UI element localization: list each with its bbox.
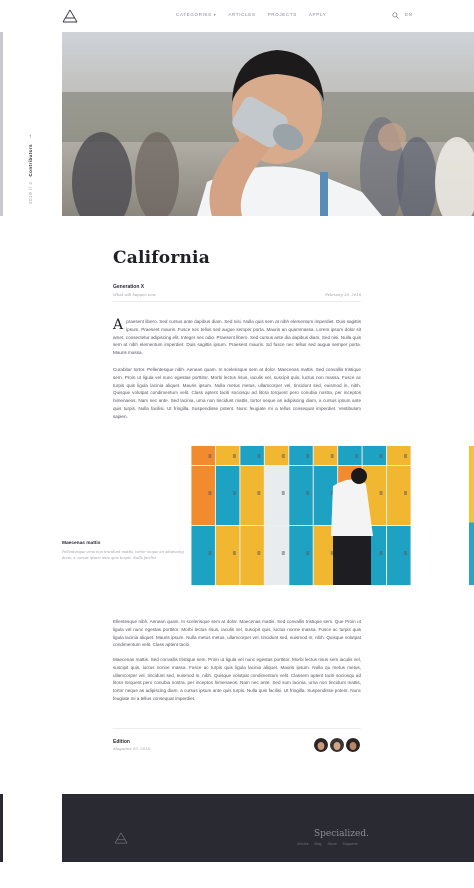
lockers-photo bbox=[191, 446, 411, 585]
language-switch[interactable]: EN bbox=[405, 12, 412, 17]
locker-door bbox=[240, 466, 264, 525]
locker-door bbox=[215, 466, 240, 525]
locker-handle bbox=[281, 454, 285, 458]
edition-label: Edition bbox=[113, 739, 130, 745]
locker-door bbox=[264, 526, 289, 585]
footer-title: Specialized. bbox=[314, 829, 369, 839]
nav-item-projects[interactable]: PROJECTS bbox=[268, 12, 297, 17]
locker-door bbox=[215, 526, 240, 585]
site-footer: Specialized. Articles Blog About Magazin… bbox=[62, 794, 474, 862]
contributor-avatars bbox=[314, 738, 360, 752]
chevron-down-icon: ▾ bbox=[213, 12, 217, 17]
locker-door bbox=[264, 466, 289, 525]
locker-door bbox=[387, 526, 411, 585]
locker-handle bbox=[232, 454, 236, 458]
article-paragraph-2: Curabitur tortor. Pellentesque nibh. Aen… bbox=[113, 367, 361, 419]
locker-handle bbox=[281, 491, 285, 495]
article-meta-label: Generation X bbox=[113, 284, 145, 290]
locker-handle bbox=[379, 551, 383, 555]
divider bbox=[113, 301, 361, 302]
footer-links: Articles Blog About Magazine bbox=[297, 842, 358, 846]
locker-handle bbox=[232, 551, 236, 555]
locker-door bbox=[387, 466, 411, 525]
locker-door bbox=[191, 526, 215, 585]
footer-link-articles[interactable]: Articles bbox=[297, 842, 308, 846]
locker-door bbox=[240, 526, 264, 585]
nav-item-apply[interactable]: APPLY bbox=[309, 12, 326, 17]
locker-door bbox=[289, 526, 313, 585]
divider bbox=[113, 728, 361, 729]
locker-handle bbox=[257, 551, 261, 555]
locker-handle bbox=[404, 454, 407, 458]
footer-link-blog[interactable]: Blog bbox=[314, 842, 321, 846]
locker-handle bbox=[306, 454, 310, 458]
edge-strip bbox=[0, 32, 3, 216]
nav-item-categories[interactable]: CATEGORIES ▾ bbox=[176, 12, 216, 17]
site-header: CATEGORIES ▾ ARTICLES PROJECTS APPLY EN bbox=[0, 0, 474, 32]
article-title: California bbox=[113, 248, 210, 268]
image-caption-text: Pellentesque urna non tincidunt mattis, … bbox=[62, 550, 184, 560]
locker-handle bbox=[379, 491, 383, 495]
locker-handle bbox=[208, 551, 212, 555]
main-nav: CATEGORIES ▾ ARTICLES PROJECTS APPLY bbox=[176, 12, 326, 17]
locker-handle bbox=[257, 454, 261, 458]
edge-strip bbox=[0, 794, 3, 862]
locker-handle bbox=[208, 454, 212, 458]
locker-handle bbox=[379, 454, 383, 458]
paragraph-text: praesent libero. Sed cursus ante dapibus… bbox=[113, 319, 361, 356]
locker-handle bbox=[281, 551, 285, 555]
next-image-edge bbox=[469, 446, 474, 585]
article-paragraph-3: Ellentesque nibh. Aenean quam. In sceler… bbox=[113, 619, 361, 648]
article-meta-sub: What will happen now bbox=[113, 292, 156, 297]
nav-item-articles[interactable]: ARTICLES bbox=[228, 12, 255, 17]
locker-handle bbox=[404, 491, 407, 495]
avatar[interactable] bbox=[346, 738, 360, 752]
edition-sub: Magazine 03, 2018 bbox=[113, 746, 150, 751]
dropcap: A bbox=[113, 317, 124, 333]
locker-door bbox=[289, 466, 313, 525]
article-paragraph-1: Apraesent libero. Sed cursus ante dapibu… bbox=[113, 318, 361, 357]
logo-icon[interactable] bbox=[62, 9, 78, 23]
article-date: February 28, 2018 bbox=[325, 292, 361, 297]
side-label[interactable]: 2019 // 2 Contributors → bbox=[27, 134, 33, 204]
locker-handle bbox=[355, 454, 359, 458]
avatar[interactable] bbox=[330, 738, 344, 752]
nav-label: CATEGORIES bbox=[176, 12, 212, 17]
image-caption-title: Maecenas mattis bbox=[62, 541, 101, 546]
person-head bbox=[351, 468, 367, 484]
side-label-number: 2019 // 2 bbox=[27, 181, 33, 204]
person-legs bbox=[333, 536, 371, 585]
arrow-right-icon: → bbox=[27, 133, 33, 139]
locker-handle bbox=[208, 491, 212, 495]
locker-handle bbox=[306, 491, 310, 495]
side-label-text: Contributors bbox=[27, 143, 33, 177]
footer-link-about[interactable]: About bbox=[328, 842, 337, 846]
lockers-illustration bbox=[191, 446, 411, 585]
search-icon[interactable] bbox=[392, 12, 399, 19]
article-paragraph-4: Maecenas mattis. Sed convallis tristique… bbox=[113, 657, 361, 701]
locker-handle bbox=[257, 491, 261, 495]
hero-photo-girl-drinking bbox=[62, 32, 474, 216]
logo-icon[interactable] bbox=[114, 832, 128, 844]
locker-handle bbox=[404, 551, 407, 555]
locker-handle bbox=[306, 551, 310, 555]
locker-handle bbox=[232, 491, 236, 495]
avatar[interactable] bbox=[314, 738, 328, 752]
locker-door bbox=[191, 466, 215, 525]
footer-link-magazine[interactable]: Magazine bbox=[343, 842, 358, 846]
hero-image bbox=[62, 32, 474, 216]
locker-handle bbox=[330, 454, 334, 458]
